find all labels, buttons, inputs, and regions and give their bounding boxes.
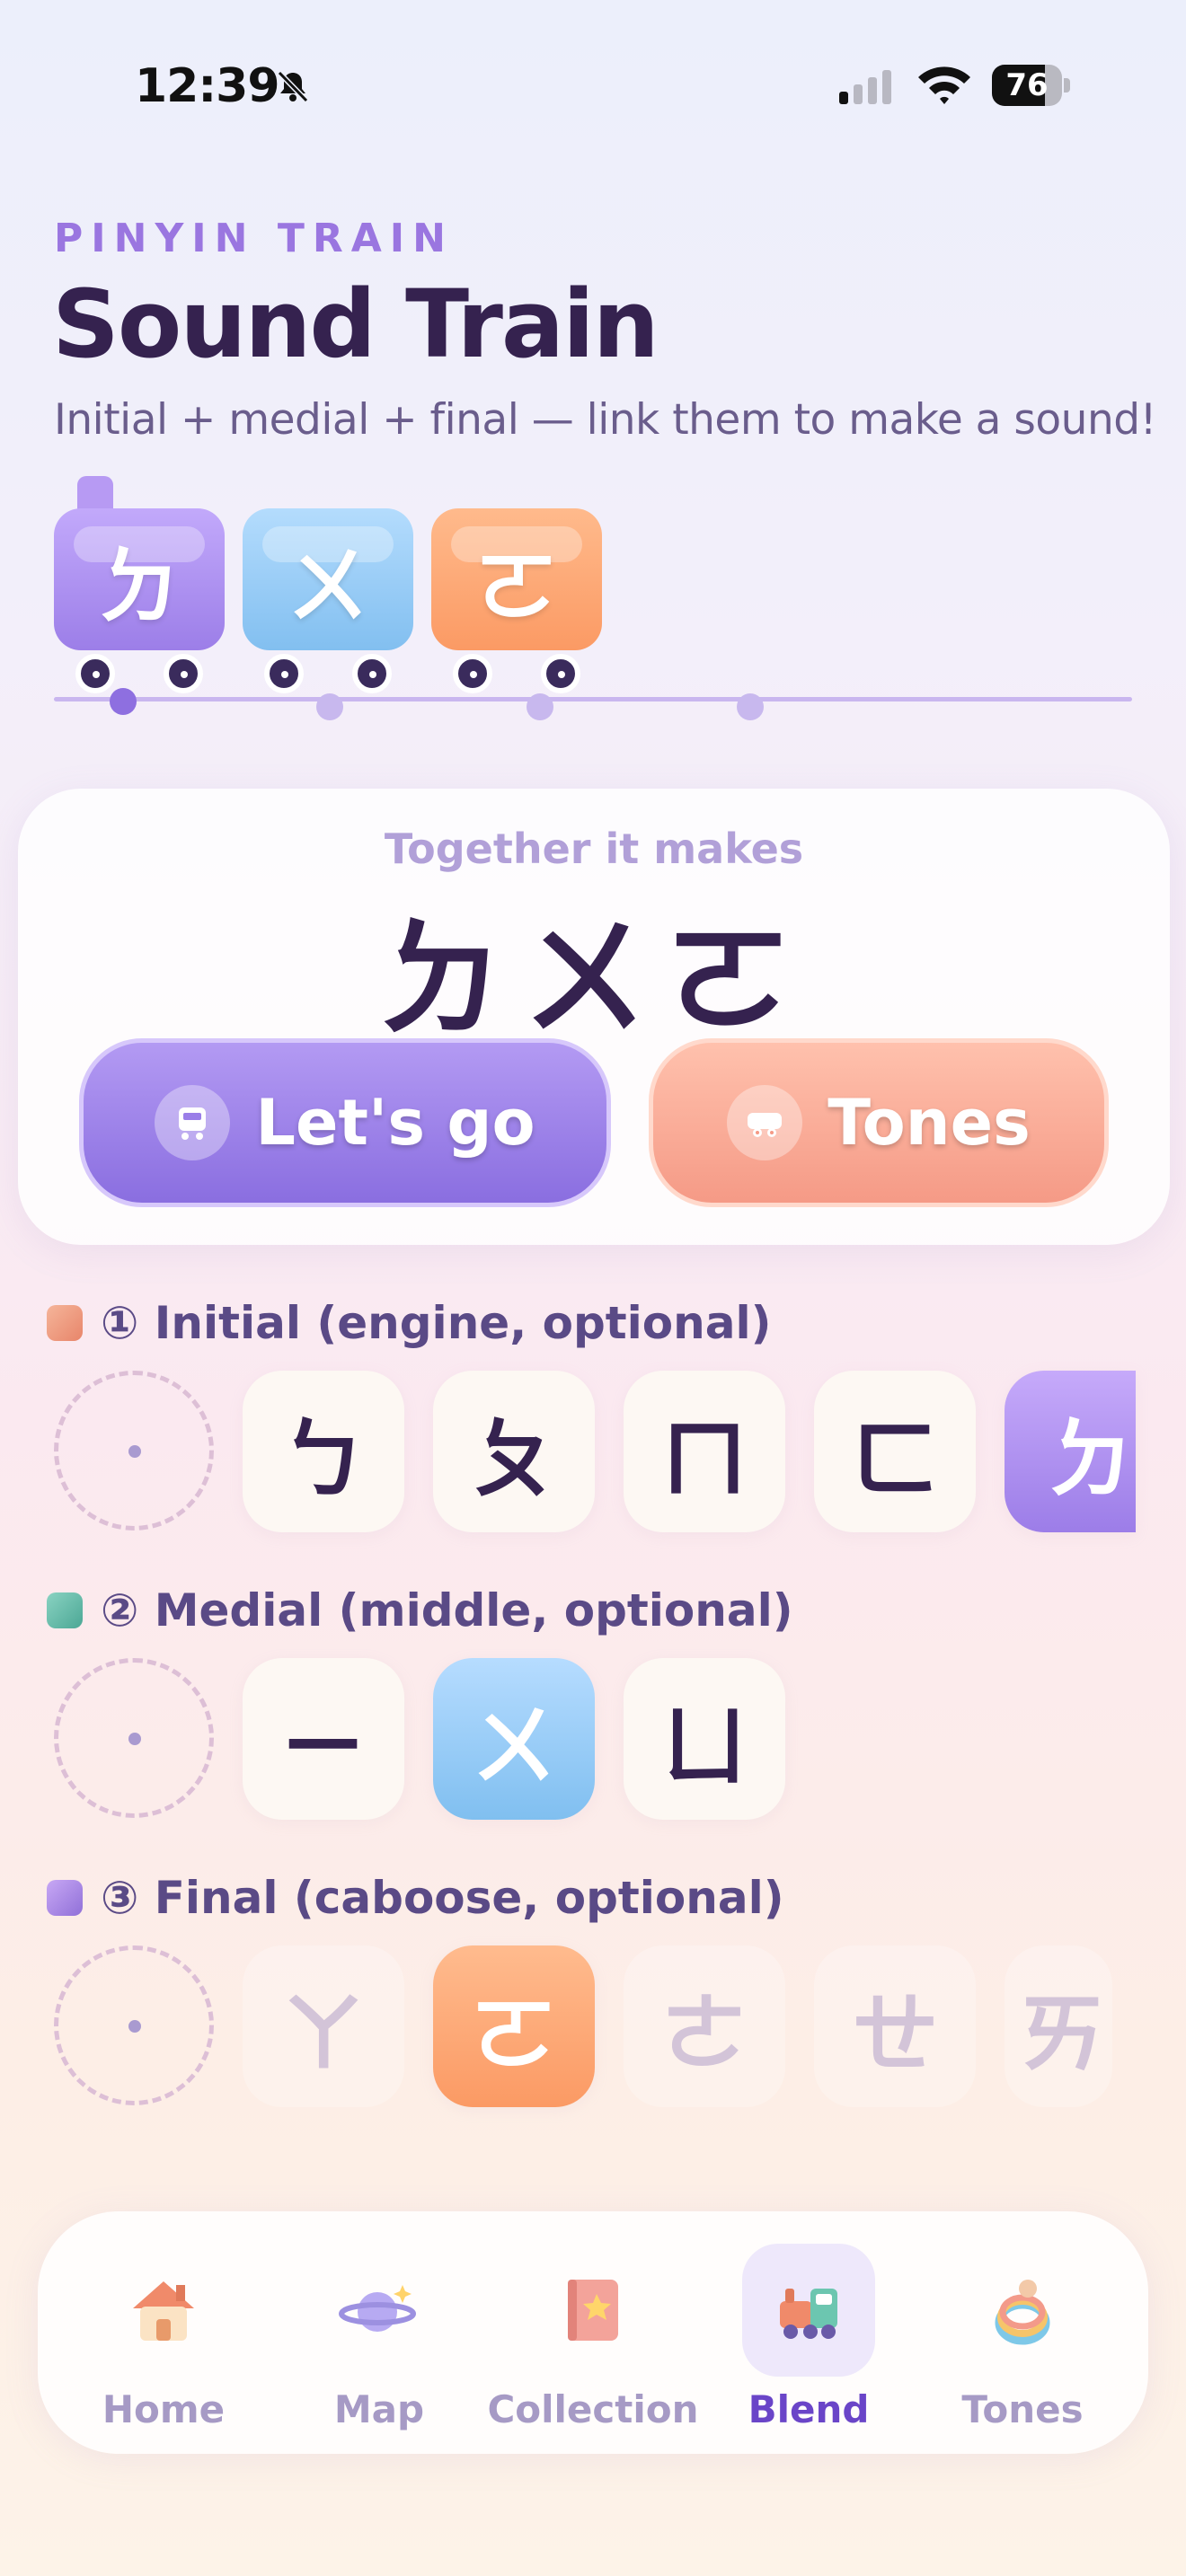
final-option[interactable]: ㄚ [243, 1945, 404, 2107]
initial-options-row: ㄅ ㄆ ㄇ ㄈ ㄉ [54, 1371, 1136, 1534]
medial-section-heading: ② Medial (middle, optional) [47, 1584, 793, 1636]
medial-option[interactable]: ㄩ [624, 1658, 785, 1820]
track-dot [737, 693, 764, 720]
medial-option[interactable]: ㄧ [243, 1658, 404, 1820]
train-car-initial: ㄉ [54, 508, 225, 650]
tones-label: Tones [828, 1086, 1031, 1160]
final-section-heading: ③ Final (caboose, optional) [47, 1872, 784, 1924]
initial-empty-slot[interactable] [54, 1371, 214, 1531]
medial-empty-slot[interactable] [54, 1658, 214, 1818]
initial-option[interactable]: ㄆ [433, 1371, 595, 1532]
track-dot [110, 688, 137, 715]
result-card: Together it makes ㄉㄨㄛ Let's go Tones [18, 789, 1170, 1245]
train-car-final: ㄛ [431, 508, 602, 650]
tab-label: Tones [961, 2387, 1084, 2431]
wheel-icon [541, 654, 580, 693]
train-icon [155, 1085, 231, 1160]
water-drop-block-icon [47, 1592, 83, 1628]
star-block-icon [47, 1305, 83, 1341]
bell-slash-icon [277, 70, 309, 103]
tab-bar: Home Map Collection Blend Tones [38, 2211, 1148, 2454]
train-car-symbol: ㄛ [474, 538, 558, 635]
tab-tones[interactable]: Tones [915, 2211, 1130, 2454]
result-label: Together it makes [384, 825, 804, 873]
final-option[interactable]: ㄜ [624, 1945, 785, 2107]
tab-map[interactable]: Map [271, 2211, 487, 2454]
tab-label: Collection [487, 2387, 699, 2431]
initial-option-selected[interactable]: ㄉ [1005, 1371, 1136, 1532]
status-time: 12:39 [135, 59, 280, 113]
tones-button[interactable]: Tones [649, 1038, 1109, 1207]
tab-home[interactable]: Home [56, 2211, 271, 2454]
wheel-icon [352, 654, 392, 693]
wheel-icon [453, 654, 492, 693]
initial-option[interactable]: ㄈ [814, 1371, 976, 1532]
medial-heading-text: ② Medial (middle, optional) [101, 1584, 793, 1636]
initial-option[interactable]: ㄇ [624, 1371, 785, 1532]
final-empty-slot[interactable] [54, 1945, 214, 2105]
result-combination: ㄉㄨㄛ [377, 907, 810, 1054]
train-car-symbol: ㄨ [286, 538, 369, 635]
train-illustration: ㄉ ㄨ ㄛ [54, 476, 1132, 720]
train-car-medial: ㄨ [243, 508, 413, 650]
page-subtitle: Initial + medial + final — link them to … [54, 395, 1156, 445]
house-icon [97, 2244, 230, 2377]
lets-go-button[interactable]: Let's go [79, 1038, 611, 1207]
final-option-selected[interactable]: ㄛ [433, 1945, 595, 2107]
wifi-icon [918, 66, 970, 104]
medial-options-row: ㄧ ㄨ ㄩ [54, 1658, 785, 1822]
book-star-icon [527, 2244, 659, 2377]
heart-block-icon [47, 1880, 83, 1916]
wheel-icon [264, 654, 304, 693]
final-options-row: ㄚ ㄛ ㄜ ㄝ ㄞ [54, 1945, 1112, 2109]
wheel-icon [75, 654, 115, 693]
initial-section-heading: ① Initial (engine, optional) [47, 1297, 771, 1349]
car-icon [727, 1085, 803, 1160]
initial-heading-text: ① Initial (engine, optional) [101, 1297, 772, 1349]
train-car-symbol: ㄉ [97, 538, 181, 635]
final-option[interactable]: ㄝ [814, 1945, 976, 2107]
tab-collection[interactable]: Collection [485, 2211, 701, 2454]
ring-toy-icon [956, 2244, 1089, 2377]
track-dot [316, 693, 343, 720]
planet-icon [313, 2244, 446, 2377]
app-eyebrow: PINYIN TRAIN [54, 216, 454, 261]
lets-go-label: Let's go [255, 1086, 535, 1160]
medial-option-selected[interactable]: ㄨ [433, 1658, 595, 1820]
battery-indicator: 76 [992, 65, 1073, 106]
track-dot [527, 693, 553, 720]
final-heading-text: ③ Final (caboose, optional) [101, 1872, 784, 1924]
tab-label: Home [102, 2387, 226, 2431]
battery-level: 76 [1005, 67, 1049, 103]
tab-blend[interactable]: Blend [701, 2211, 916, 2454]
wheel-icon [164, 654, 203, 693]
final-option[interactable]: ㄞ [1005, 1945, 1112, 2107]
initial-option[interactable]: ㄅ [243, 1371, 404, 1532]
tab-label: Map [333, 2387, 425, 2431]
page-title: Sound Train [52, 269, 659, 379]
tab-label: Blend [748, 2387, 870, 2431]
train-track [54, 697, 1132, 701]
toy-train-icon [742, 2244, 875, 2377]
cellular-signal-icon [839, 66, 891, 104]
